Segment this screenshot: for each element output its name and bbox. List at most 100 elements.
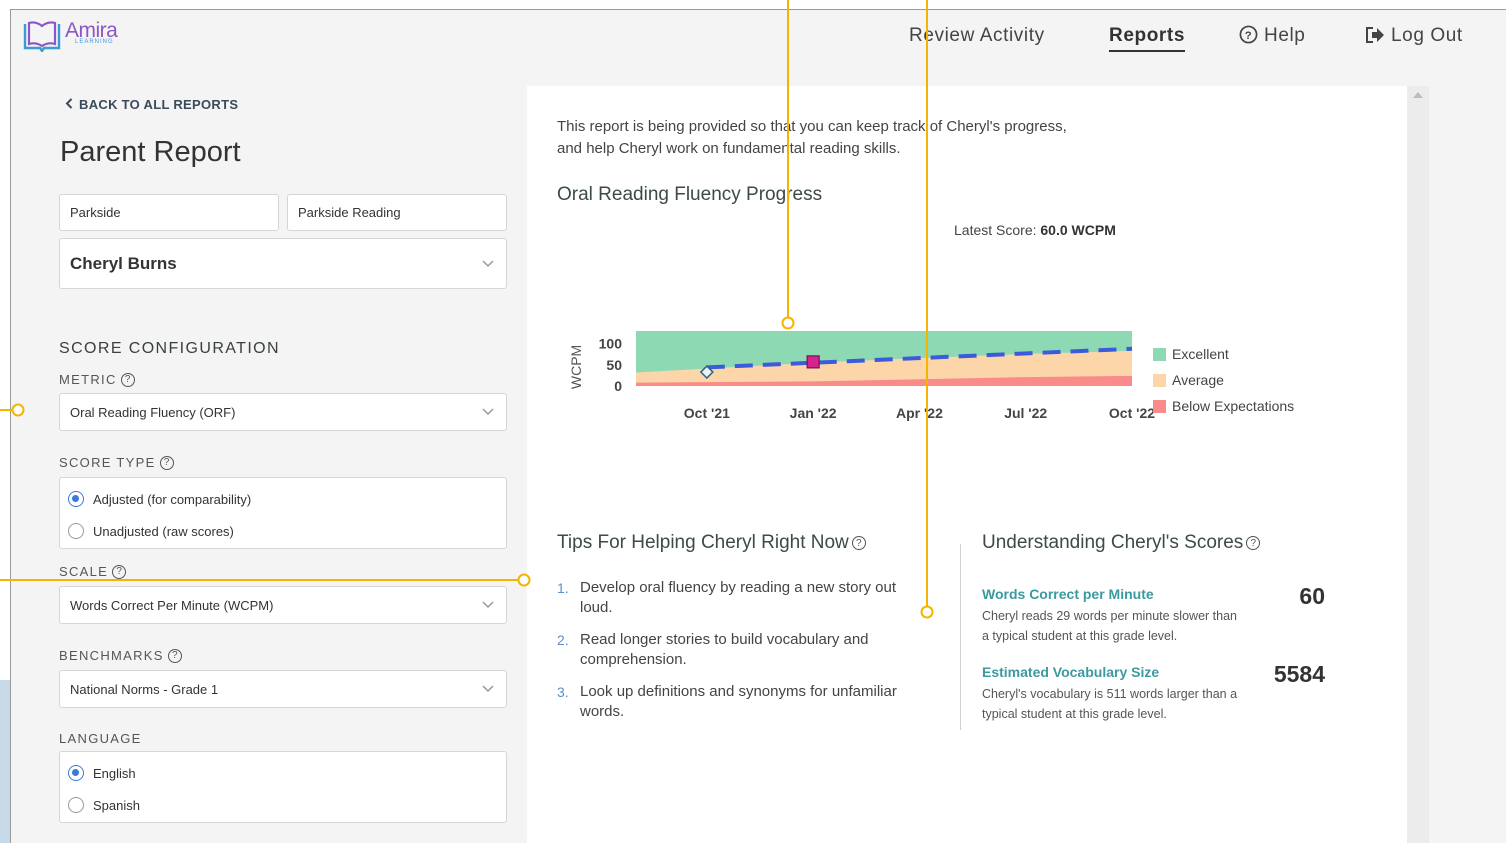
- benchmarks-value: National Norms - Grade 1: [70, 681, 219, 697]
- help-icon[interactable]: ?: [120, 372, 135, 387]
- x-tick-label: Apr '22: [896, 405, 943, 421]
- background-strip: [0, 680, 10, 843]
- metric-vocab-desc: Cheryl's vocabulary is 511 words larger …: [982, 687, 1238, 721]
- tip-item: 1. Develop oral fluency by reading a new…: [557, 578, 927, 618]
- benchmarks-select[interactable]: National Norms - Grade 1: [59, 670, 507, 708]
- report-scrollbar[interactable]: [1407, 86, 1429, 843]
- school-field[interactable]: Parkside: [59, 194, 279, 231]
- score-type-unadjusted-label: Unadjusted (raw scores): [93, 523, 234, 539]
- benchmarks-label: BENCHMARKS ?: [59, 648, 182, 663]
- scale-label-text: SCALE: [59, 564, 109, 579]
- chevron-down-icon: [482, 601, 494, 609]
- help-circle-icon: ?: [1239, 25, 1258, 44]
- language-spanish-label: Spanish: [93, 797, 140, 813]
- metric-wcpm-name[interactable]: Words Correct per Minute: [982, 586, 1154, 602]
- school-value: Parkside: [70, 205, 121, 220]
- nav-logout[interactable]: Log Out: [1365, 25, 1463, 47]
- language-group: English Spanish: [59, 751, 507, 823]
- language-label: LANGUAGE: [59, 731, 142, 746]
- tip-text: Look up definitions and synonyms for unf…: [580, 683, 897, 720]
- tip-item: 3. Look up definitions and synonyms for …: [557, 682, 927, 722]
- score-type-adjusted[interactable]: Adjusted (for comparability): [68, 491, 251, 507]
- help-icon[interactable]: ?: [1246, 536, 1261, 550]
- score-type-label-text: SCORE TYPE: [59, 455, 156, 470]
- class-field[interactable]: Parkside Reading: [287, 194, 507, 231]
- score-type-adjusted-label: Adjusted (for comparability): [93, 491, 252, 507]
- tip-text: Read longer stories to build vocabulary …: [580, 631, 869, 668]
- score-type-group: Adjusted (for comparability) Unadjusted …: [59, 477, 507, 549]
- language-english-label: English: [93, 765, 136, 781]
- understanding-title-text: Understanding Cheryl's Scores: [982, 532, 1244, 553]
- language-spanish[interactable]: Spanish: [68, 797, 140, 813]
- book-icon: [23, 21, 61, 52]
- scale-select[interactable]: Words Correct Per Minute (WCPM): [59, 586, 507, 624]
- radio-checked[interactable]: [68, 491, 84, 507]
- section-divider: [960, 544, 961, 730]
- x-tick-label: Jan '22: [790, 405, 837, 421]
- metric-value: Oral Reading Fluency (ORF): [70, 404, 236, 420]
- top-nav: Amira LEARNING Review Activity Reports ?…: [11, 10, 1506, 66]
- metric-wcpm-value: 60: [1299, 583, 1325, 609]
- nav-reports[interactable]: Reports: [1109, 25, 1185, 52]
- legend-swatch: [1153, 348, 1166, 361]
- tip-number: 1.: [557, 580, 569, 596]
- legend-label: Below Expectations: [1172, 398, 1294, 414]
- score-point-square: [806, 355, 820, 369]
- help-icon[interactable]: ?: [159, 455, 174, 470]
- score-type-label: SCORE TYPE ?: [59, 455, 174, 470]
- class-value: Parkside Reading: [298, 205, 401, 220]
- legend-swatch: [1153, 374, 1166, 387]
- metric-vocab-name[interactable]: Estimated Vocabulary Size: [982, 664, 1159, 680]
- chevron-down-icon: [482, 259, 494, 267]
- help-icon[interactable]: ?: [851, 536, 866, 550]
- metric-label: METRIC ?: [59, 372, 135, 387]
- scroll-up-arrow-icon[interactable]: [1413, 92, 1423, 98]
- metric-wcpm-desc: Cheryl reads 29 words per minute slower …: [982, 609, 1237, 643]
- back-to-reports-link[interactable]: BACK TO ALL REPORTS: [65, 97, 238, 112]
- metric-select[interactable]: Oral Reading Fluency (ORF): [59, 393, 507, 431]
- tip-text: Develop oral fluency by reading a new st…: [580, 579, 897, 616]
- legend-label: Excellent: [1172, 346, 1229, 362]
- orf-chart: 0 50 100 WCPM Oct '21 Jan '22 Apr '22 Jul '22 Oc…: [568, 331, 1294, 421]
- back-link-label: BACK TO ALL REPORTS: [79, 97, 239, 112]
- help-icon[interactable]: ?: [112, 564, 127, 579]
- nav-reports-label: Reports: [1109, 25, 1185, 46]
- page-title: Parent Report: [60, 136, 241, 168]
- score-config-title: SCORE CONFIGURATION: [59, 340, 280, 357]
- score-type-unadjusted[interactable]: Unadjusted (raw scores): [68, 523, 234, 539]
- x-tick-label: Jul '22: [1004, 405, 1047, 421]
- chart-title: Oral Reading Fluency Progress: [557, 184, 823, 205]
- y-axis-label: WCPM: [568, 345, 584, 389]
- tip-number: 2.: [557, 632, 569, 648]
- radio-unchecked[interactable]: [68, 523, 84, 539]
- help-icon[interactable]: ?: [167, 648, 182, 663]
- metric-label-text: METRIC: [59, 372, 117, 387]
- radio-unchecked[interactable]: [68, 797, 84, 813]
- logo-wordmark: Amira: [65, 19, 118, 42]
- intro-line-2: and help Cheryl work on fundamental read…: [557, 140, 901, 157]
- logo-subtext: LEARNING: [75, 39, 114, 45]
- scale-label: SCALE ?: [59, 564, 127, 579]
- nav-review-label: Review Activity: [909, 25, 1045, 46]
- x-tick-label: Oct '21: [684, 405, 730, 421]
- x-tick-label: Oct '22: [1109, 405, 1155, 421]
- nav-help-label: Help: [1264, 25, 1306, 46]
- report-card: This report is being provided so that yo…: [527, 86, 1407, 843]
- language-english[interactable]: English: [68, 765, 136, 781]
- chevron-down-icon: [482, 685, 494, 693]
- tips-title-text: Tips For Helping Cheryl Right Now: [557, 532, 849, 553]
- student-select[interactable]: Cheryl Burns: [59, 238, 507, 289]
- nav-help[interactable]: ? Help: [1239, 25, 1305, 47]
- scale-value: Words Correct Per Minute (WCPM): [70, 597, 274, 613]
- logout-icon: [1366, 27, 1384, 43]
- radio-checked[interactable]: [68, 765, 84, 781]
- chevron-left-icon: [65, 97, 73, 112]
- svg-text:?: ?: [1245, 30, 1253, 42]
- amira-logo[interactable]: Amira LEARNING: [23, 19, 118, 52]
- nav-logout-label: Log Out: [1391, 25, 1463, 46]
- legend-swatch: [1153, 400, 1166, 413]
- understanding-title: Understanding Cheryl's Scores ?: [982, 532, 1261, 554]
- tip-number: 3.: [557, 684, 569, 700]
- nav-review-activity[interactable]: Review Activity: [909, 25, 1045, 47]
- tips-list: 1. Develop oral fluency by reading a new…: [557, 578, 927, 734]
